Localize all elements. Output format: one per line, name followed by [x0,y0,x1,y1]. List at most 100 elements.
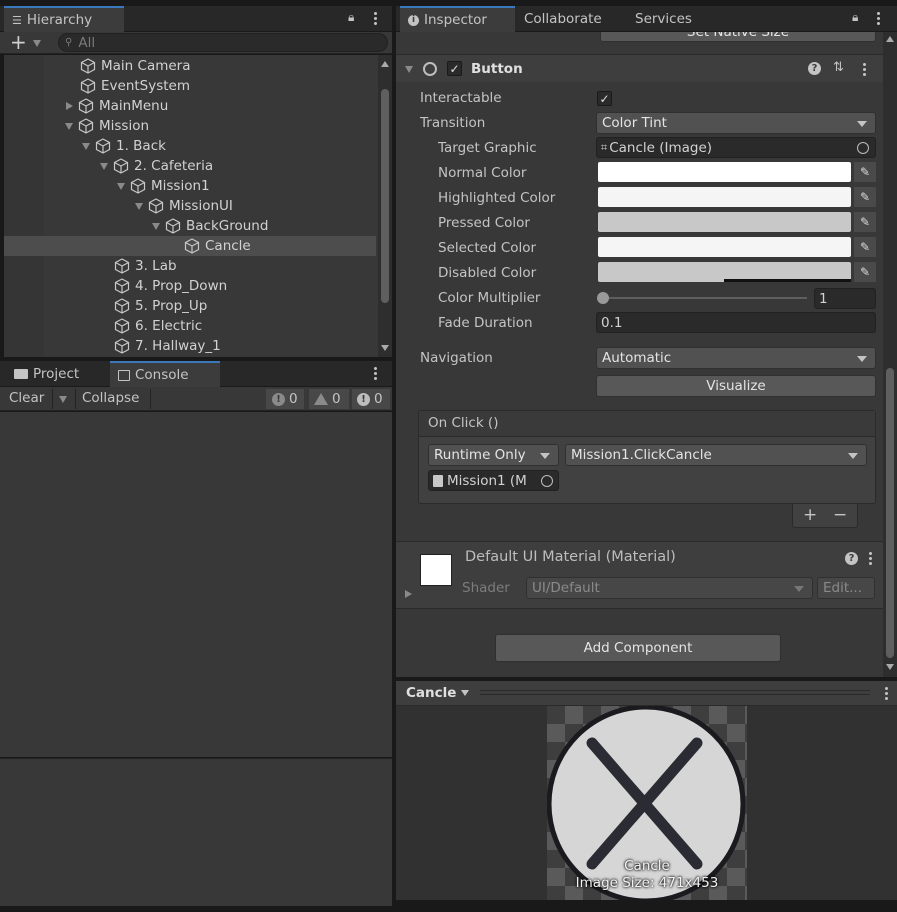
collapse-button[interactable]: Collapse [82,390,139,406]
pressed-eyedropper-icon[interactable]: ✎ [854,212,876,232]
color-multiplier-slider-track[interactable] [602,297,807,299]
component-fold-icon[interactable] [405,66,413,73]
highlighted-eyedropper-icon[interactable]: ✎ [854,187,876,207]
help-icon[interactable]: ? [845,552,858,565]
highlighted-color-field[interactable] [598,187,851,207]
tab-inspector[interactable]: i Inspector [400,6,515,32]
tree-item-hallway-1[interactable]: 7. Hallway_1 [114,336,221,356]
scroll-down-icon[interactable] [886,664,894,670]
material-menu-icon[interactable] [869,552,873,565]
remove-event-button[interactable]: − [833,505,847,525]
component-menu-icon[interactable] [863,63,867,76]
selected-color-field[interactable] [598,237,851,257]
material-fold-icon[interactable] [405,590,412,598]
component-enabled-checkbox[interactable]: ✓ [447,61,462,76]
collapse-arrow-icon[interactable] [117,182,125,190]
target-graphic-field[interactable]: ⌗ Cancle (Image) [596,137,876,158]
color-multiplier-slider-handle[interactable] [597,292,609,304]
preview-header: Cancle [396,681,897,706]
tree-item-electric[interactable]: 6. Electric [114,316,202,336]
scrollbar-thumb[interactable] [381,89,389,303]
tree-item-label: 2. Cafeteria [134,158,214,174]
tree-item-cafeteria[interactable]: 2. Cafeteria [100,156,213,176]
transition-dropdown[interactable]: Color Tint [596,112,876,134]
inspector-scrollbar[interactable] [883,32,897,677]
collapse-arrow-icon[interactable] [135,202,143,210]
tree-item-prop-down[interactable]: 4. Prop_Down [114,276,227,296]
tree-item-cancle[interactable]: Cancle [184,236,251,256]
disabled-color-field[interactable] [598,262,851,282]
preview-drag-handle[interactable] [480,690,870,695]
scroll-down-icon[interactable] [381,345,389,351]
scrollbar-thumb[interactable] [886,368,894,658]
clear-button[interactable]: Clear [9,390,44,406]
add-event-button[interactable]: + [803,505,817,525]
button-component-header[interactable]: ✓ Button ? ⇅ [396,54,883,82]
transition-label: Transition [420,115,486,131]
chevron-down-icon [848,453,858,459]
navigation-dropdown[interactable]: Automatic [596,347,876,369]
shader-edit-button[interactable]: Edit... [817,577,875,599]
gameobject-icon [114,318,130,334]
preview-menu-icon[interactable] [885,687,889,700]
tab-hierarchy[interactable]: ☰ Hierarchy [4,6,124,32]
expand-arrow-icon[interactable] [66,102,73,110]
tree-item-back[interactable]: 1. Back [82,136,166,156]
console-menu-icon[interactable] [374,367,378,380]
normal-eyedropper-icon[interactable]: ✎ [854,162,876,182]
pressed-color-field[interactable] [598,212,851,232]
shader-dropdown[interactable]: UI/Default [526,577,813,599]
hierarchy-menu-icon[interactable] [374,12,378,25]
inspector-menu-icon[interactable] [877,12,881,25]
tree-item-missionui[interactable]: MissionUI [135,196,233,216]
lock-icon[interactable]: 🔒︎ [348,10,354,25]
add-icon[interactable]: + [10,30,27,54]
normal-color-field[interactable] [598,162,851,182]
scroll-up-icon[interactable] [886,36,894,42]
lock-icon[interactable]: 🔒︎ [852,10,858,25]
tree-item-mission1[interactable]: Mission1 [117,176,210,196]
interactable-checkbox[interactable]: ✓ [597,91,612,106]
log-count-toggle[interactable]: ! 0 [266,389,304,409]
function-dropdown[interactable]: Mission1.ClickCancle [565,444,867,466]
error-count-toggle[interactable]: ! 0 [352,389,390,409]
runtime-dropdown[interactable]: Runtime Only [428,444,559,466]
tree-item-mission[interactable]: Mission [65,116,149,136]
tab-console[interactable]: Console [110,361,220,387]
color-multiplier-input[interactable]: 1 [814,288,876,309]
tree-left-gutter [4,55,44,357]
tab-collaborate[interactable]: Collaborate [516,6,610,32]
set-native-size-button[interactable]: Set Native Size [600,32,876,42]
hierarchy-search-input[interactable]: ⚲ All [58,33,388,52]
tree-item-eventsystem[interactable]: EventSystem [80,76,190,96]
tab-services[interactable]: Services [627,6,700,32]
selected-eyedropper-icon[interactable]: ✎ [854,237,876,257]
disabled-eyedropper-icon[interactable]: ✎ [854,262,876,282]
tree-item-mainmenu[interactable]: MainMenu [66,96,168,116]
add-dropdown-icon[interactable] [33,40,41,47]
object-picker-icon[interactable] [857,142,869,154]
collapse-arrow-icon[interactable] [152,222,160,230]
tab-services-label: Services [635,11,692,27]
collapse-arrow-icon[interactable] [82,142,90,150]
object-picker-icon[interactable] [541,475,553,487]
help-icon[interactable]: ? [808,62,821,75]
tab-project[interactable]: Project [6,361,108,387]
fade-duration-input[interactable]: 0.1 [596,312,876,333]
add-component-button[interactable]: Add Component [495,634,781,662]
hierarchy-scrollbar[interactable] [378,55,392,357]
warning-count-toggle[interactable]: 0 [309,389,349,409]
tree-item-label: Cancle [205,238,251,254]
visualize-button[interactable]: Visualize [596,375,876,397]
event-target-object-field[interactable]: Mission1 (M [428,470,559,491]
tree-item-prop-up[interactable]: 5. Prop_Up [114,296,207,316]
collapse-arrow-icon[interactable] [100,162,108,170]
preset-icon[interactable]: ⇅ [833,60,844,75]
preview-title-dropdown[interactable]: Cancle [400,681,474,705]
collapse-arrow-icon[interactable] [65,122,73,130]
tree-item-main-camera[interactable]: Main Camera [80,56,191,76]
tree-item-background[interactable]: BackGround [152,216,268,236]
scroll-up-icon[interactable] [381,61,389,67]
clear-dropdown-icon[interactable] [59,396,67,403]
tree-item-lab[interactable]: 3. Lab [114,256,177,276]
